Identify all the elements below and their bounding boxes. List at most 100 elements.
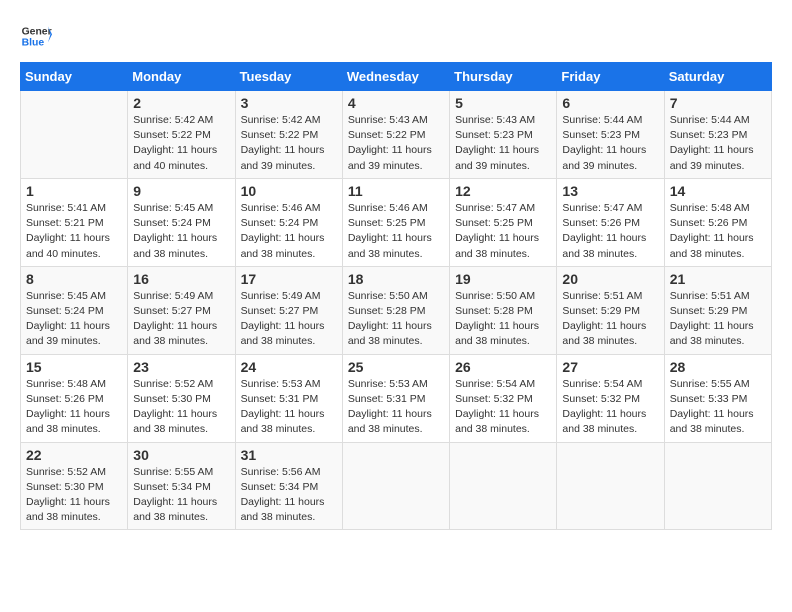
- calendar-cell: 17 Sunrise: 5:49 AM Sunset: 5:27 PM Dayli…: [235, 266, 342, 354]
- calendar-cell: 15 Sunrise: 5:48 AM Sunset: 5:26 PM Dayli…: [21, 354, 128, 442]
- day-info: Sunrise: 5:48 AM Sunset: 5:26 PM Dayligh…: [670, 201, 766, 262]
- calendar-cell: [664, 442, 771, 530]
- day-number: 20: [562, 271, 658, 287]
- calendar-body: 2Sunrise: 5:42 AM Sunset: 5:22 PM Daylig…: [21, 91, 772, 530]
- day-info: Sunrise: 5:44 AM Sunset: 5:23 PM Dayligh…: [562, 113, 658, 174]
- calendar-cell: [557, 442, 664, 530]
- calendar-cell: 6 Sunrise: 5:44 AM Sunset: 5:23 PM Daylig…: [557, 91, 664, 179]
- calendar-row-1: 2Sunrise: 5:42 AM Sunset: 5:22 PM Daylig…: [21, 91, 772, 179]
- day-number: 10: [241, 183, 337, 199]
- day-info: Sunrise: 5:42 AM Sunset: 5:22 PM Dayligh…: [133, 113, 229, 174]
- day-info: Sunrise: 5:55 AM Sunset: 5:33 PM Dayligh…: [670, 377, 766, 438]
- day-number: 27: [562, 359, 658, 375]
- day-number: 5: [455, 95, 551, 111]
- calendar-cell: 23 Sunrise: 5:52 AM Sunset: 5:30 PM Dayli…: [128, 354, 235, 442]
- day-number: 25: [348, 359, 444, 375]
- calendar-row-5: 22 Sunrise: 5:52 AM Sunset: 5:30 PM Dayli…: [21, 442, 772, 530]
- day-number: 15: [26, 359, 122, 375]
- calendar-cell: 2Sunrise: 5:42 AM Sunset: 5:22 PM Daylig…: [128, 91, 235, 179]
- svg-text:General: General: [22, 26, 52, 37]
- calendar-cell: 9Sunrise: 5:45 AM Sunset: 5:24 PM Daylig…: [128, 178, 235, 266]
- day-number: 13: [562, 183, 658, 199]
- calendar-cell: 1 Sunrise: 5:41 AM Sunset: 5:21 PM Daylig…: [21, 178, 128, 266]
- logo: General Blue: [20, 20, 52, 52]
- calendar-table: SundayMondayTuesdayWednesdayThursdayFrid…: [20, 62, 772, 530]
- day-number: 16: [133, 271, 229, 287]
- calendar-cell: 3 Sunrise: 5:42 AM Sunset: 5:22 PM Daylig…: [235, 91, 342, 179]
- day-info: Sunrise: 5:52 AM Sunset: 5:30 PM Dayligh…: [26, 465, 122, 526]
- calendar-header-row: SundayMondayTuesdayWednesdayThursdayFrid…: [21, 63, 772, 91]
- calendar-cell: 25 Sunrise: 5:53 AM Sunset: 5:31 PM Dayli…: [342, 354, 449, 442]
- day-number: 26: [455, 359, 551, 375]
- day-info: Sunrise: 5:51 AM Sunset: 5:29 PM Dayligh…: [562, 289, 658, 350]
- day-info: Sunrise: 5:53 AM Sunset: 5:31 PM Dayligh…: [241, 377, 337, 438]
- calendar-cell: 16 Sunrise: 5:49 AM Sunset: 5:27 PM Dayli…: [128, 266, 235, 354]
- day-info: Sunrise: 5:47 AM Sunset: 5:26 PM Dayligh…: [562, 201, 658, 262]
- day-info: Sunrise: 5:51 AM Sunset: 5:29 PM Dayligh…: [670, 289, 766, 350]
- calendar-cell: [21, 91, 128, 179]
- column-header-monday: Monday: [128, 63, 235, 91]
- day-number: 14: [670, 183, 766, 199]
- calendar-cell: 28 Sunrise: 5:55 AM Sunset: 5:33 PM Dayli…: [664, 354, 771, 442]
- calendar-row-2: 1 Sunrise: 5:41 AM Sunset: 5:21 PM Daylig…: [21, 178, 772, 266]
- calendar-cell: 14 Sunrise: 5:48 AM Sunset: 5:26 PM Dayli…: [664, 178, 771, 266]
- calendar-cell: 5 Sunrise: 5:43 AM Sunset: 5:23 PM Daylig…: [450, 91, 557, 179]
- day-number: 4: [348, 95, 444, 111]
- day-info: Sunrise: 5:54 AM Sunset: 5:32 PM Dayligh…: [562, 377, 658, 438]
- calendar-cell: 12Sunrise: 5:47 AM Sunset: 5:25 PM Dayli…: [450, 178, 557, 266]
- day-number: 28: [670, 359, 766, 375]
- calendar-cell: 13 Sunrise: 5:47 AM Sunset: 5:26 PM Dayli…: [557, 178, 664, 266]
- calendar-cell: 8Sunrise: 5:45 AM Sunset: 5:24 PM Daylig…: [21, 266, 128, 354]
- day-info: Sunrise: 5:50 AM Sunset: 5:28 PM Dayligh…: [348, 289, 444, 350]
- day-info: Sunrise: 5:46 AM Sunset: 5:24 PM Dayligh…: [241, 201, 337, 262]
- day-number: 23: [133, 359, 229, 375]
- column-header-wednesday: Wednesday: [342, 63, 449, 91]
- day-info: Sunrise: 5:49 AM Sunset: 5:27 PM Dayligh…: [133, 289, 229, 350]
- day-info: Sunrise: 5:49 AM Sunset: 5:27 PM Dayligh…: [241, 289, 337, 350]
- column-header-tuesday: Tuesday: [235, 63, 342, 91]
- day-info: Sunrise: 5:50 AM Sunset: 5:28 PM Dayligh…: [455, 289, 551, 350]
- column-header-sunday: Sunday: [21, 63, 128, 91]
- calendar-cell: [342, 442, 449, 530]
- calendar-cell: 31 Sunrise: 5:56 AM Sunset: 5:34 PM Dayli…: [235, 442, 342, 530]
- day-number: 31: [241, 447, 337, 463]
- logo-icon: General Blue: [20, 20, 52, 52]
- day-number: 6: [562, 95, 658, 111]
- calendar-cell: 4Sunrise: 5:43 AM Sunset: 5:22 PM Daylig…: [342, 91, 449, 179]
- day-number: 1: [26, 183, 122, 199]
- day-info: Sunrise: 5:47 AM Sunset: 5:25 PM Dayligh…: [455, 201, 551, 262]
- day-info: Sunrise: 5:43 AM Sunset: 5:23 PM Dayligh…: [455, 113, 551, 174]
- day-info: Sunrise: 5:42 AM Sunset: 5:22 PM Dayligh…: [241, 113, 337, 174]
- day-info: Sunrise: 5:46 AM Sunset: 5:25 PM Dayligh…: [348, 201, 444, 262]
- day-info: Sunrise: 5:55 AM Sunset: 5:34 PM Dayligh…: [133, 465, 229, 526]
- calendar-cell: 18 Sunrise: 5:50 AM Sunset: 5:28 PM Dayli…: [342, 266, 449, 354]
- day-info: Sunrise: 5:53 AM Sunset: 5:31 PM Dayligh…: [348, 377, 444, 438]
- calendar-row-4: 15 Sunrise: 5:48 AM Sunset: 5:26 PM Dayli…: [21, 354, 772, 442]
- calendar-cell: 27 Sunrise: 5:54 AM Sunset: 5:32 PM Dayli…: [557, 354, 664, 442]
- day-info: Sunrise: 5:52 AM Sunset: 5:30 PM Dayligh…: [133, 377, 229, 438]
- day-number: 22: [26, 447, 122, 463]
- column-header-saturday: Saturday: [664, 63, 771, 91]
- column-header-thursday: Thursday: [450, 63, 557, 91]
- day-info: Sunrise: 5:56 AM Sunset: 5:34 PM Dayligh…: [241, 465, 337, 526]
- day-number: 30: [133, 447, 229, 463]
- day-info: Sunrise: 5:54 AM Sunset: 5:32 PM Dayligh…: [455, 377, 551, 438]
- calendar-cell: 24Sunrise: 5:53 AM Sunset: 5:31 PM Dayli…: [235, 354, 342, 442]
- calendar-cell: 10 Sunrise: 5:46 AM Sunset: 5:24 PM Dayli…: [235, 178, 342, 266]
- svg-text:Blue: Blue: [22, 38, 45, 49]
- calendar-cell: [450, 442, 557, 530]
- calendar-cell: 7Sunrise: 5:44 AM Sunset: 5:23 PM Daylig…: [664, 91, 771, 179]
- calendar-cell: 26 Sunrise: 5:54 AM Sunset: 5:32 PM Dayli…: [450, 354, 557, 442]
- calendar-row-3: 8Sunrise: 5:45 AM Sunset: 5:24 PM Daylig…: [21, 266, 772, 354]
- page-header: General Blue: [20, 20, 772, 52]
- day-info: Sunrise: 5:48 AM Sunset: 5:26 PM Dayligh…: [26, 377, 122, 438]
- day-number: 8: [26, 271, 122, 287]
- calendar-cell: 22 Sunrise: 5:52 AM Sunset: 5:30 PM Dayli…: [21, 442, 128, 530]
- calendar-cell: 11Sunrise: 5:46 AM Sunset: 5:25 PM Dayli…: [342, 178, 449, 266]
- day-number: 21: [670, 271, 766, 287]
- day-number: 18: [348, 271, 444, 287]
- calendar-cell: 19Sunrise: 5:50 AM Sunset: 5:28 PM Dayli…: [450, 266, 557, 354]
- day-number: 3: [241, 95, 337, 111]
- day-number: 17: [241, 271, 337, 287]
- day-info: Sunrise: 5:41 AM Sunset: 5:21 PM Dayligh…: [26, 201, 122, 262]
